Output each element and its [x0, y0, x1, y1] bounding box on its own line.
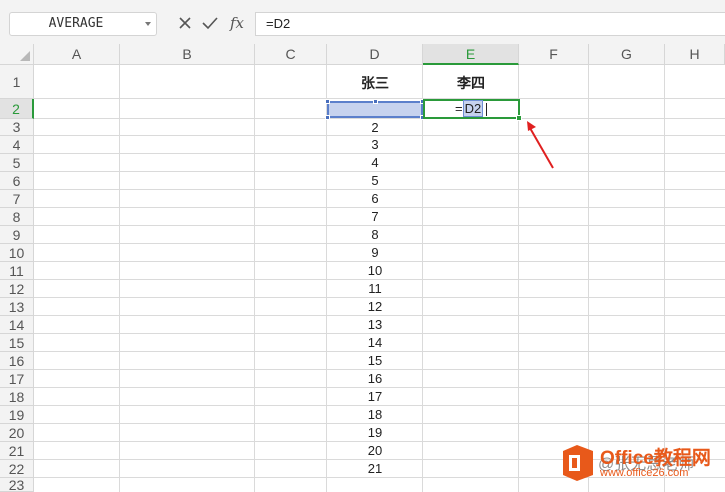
- row-header-12[interactable]: 12: [0, 280, 34, 298]
- office-logo-icon: [563, 445, 593, 481]
- cell-d16[interactable]: 15: [327, 352, 423, 370]
- row-header-8[interactable]: 8: [0, 208, 34, 226]
- select-all-corner[interactable]: [0, 44, 34, 65]
- row-header-11[interactable]: 11: [0, 262, 34, 280]
- cell-d7[interactable]: 6: [327, 190, 423, 208]
- cell-d13[interactable]: 12: [327, 298, 423, 316]
- cell-d10[interactable]: 9: [327, 244, 423, 262]
- row-header-1[interactable]: 1: [0, 65, 34, 99]
- column-header-b[interactable]: B: [120, 44, 255, 65]
- column-header-e[interactable]: E: [423, 44, 519, 65]
- text-caret: [486, 103, 488, 117]
- row-header-5[interactable]: 5: [0, 154, 34, 172]
- watermark-site: www.office26.com: [600, 467, 689, 479]
- row-header-14[interactable]: 14: [0, 316, 34, 334]
- cell-d1[interactable]: 张三: [327, 73, 423, 93]
- cell-d17[interactable]: 16: [327, 370, 423, 388]
- cell-d15[interactable]: 14: [327, 334, 423, 352]
- row-header-9[interactable]: 9: [0, 226, 34, 244]
- row-header-20[interactable]: 20: [0, 424, 34, 442]
- resize-handle[interactable]: [373, 99, 378, 104]
- cell-d19[interactable]: 18: [327, 406, 423, 424]
- cell-d3[interactable]: 2: [327, 119, 423, 136]
- formula-bar: AVERAGE fx =D2: [0, 0, 725, 44]
- annotation-arrow-icon: [527, 121, 554, 169]
- row-header-19[interactable]: 19: [0, 406, 34, 424]
- row-header-21[interactable]: 21: [0, 442, 34, 460]
- watermark: @张无忌老师 Office教程网 www.office26.com: [560, 440, 725, 492]
- resize-handle[interactable]: [325, 99, 330, 104]
- editor-reference: D2: [462, 100, 484, 117]
- formula-text: =D2: [266, 16, 291, 31]
- row-header-6[interactable]: 6: [0, 172, 34, 190]
- row-header-23[interactable]: 23: [0, 478, 34, 492]
- check-icon[interactable]: [200, 13, 220, 33]
- cell-d9[interactable]: 8: [327, 226, 423, 244]
- chevron-down-icon[interactable]: [145, 22, 151, 26]
- cell-d14[interactable]: 13: [327, 316, 423, 334]
- row-header-10[interactable]: 10: [0, 244, 34, 262]
- corner-triangle-icon: [20, 51, 30, 61]
- row-header-13[interactable]: 13: [0, 298, 34, 316]
- cell-d20[interactable]: 19: [327, 424, 423, 442]
- name-box[interactable]: AVERAGE: [9, 12, 157, 36]
- watermark-title: Office教程网: [600, 448, 711, 469]
- cell-d21[interactable]: 20: [327, 442, 423, 460]
- formula-input[interactable]: =D2: [255, 12, 725, 36]
- cell-e1[interactable]: 李四: [423, 73, 519, 93]
- cell-editor[interactable]: = D2: [455, 100, 488, 117]
- row-header-3[interactable]: 3: [0, 119, 34, 136]
- column-header-c[interactable]: C: [255, 44, 327, 65]
- cell-d22[interactable]: 21: [327, 460, 423, 478]
- row-header-15[interactable]: 15: [0, 334, 34, 352]
- referenced-cell-d2: [325, 99, 425, 120]
- cell-d12[interactable]: 11: [327, 280, 423, 298]
- row-header-18[interactable]: 18: [0, 388, 34, 406]
- resize-handle[interactable]: [325, 115, 330, 120]
- editor-prefix: =: [455, 101, 463, 116]
- row-header-7[interactable]: 7: [0, 190, 34, 208]
- cell-d8[interactable]: 7: [327, 208, 423, 226]
- column-header-d[interactable]: D: [327, 44, 423, 65]
- row-header-22[interactable]: 22: [0, 460, 34, 478]
- cell-d11[interactable]: 10: [327, 262, 423, 280]
- column-header-a[interactable]: A: [34, 44, 120, 65]
- cell-d6[interactable]: 5: [327, 172, 423, 190]
- column-header-f[interactable]: F: [519, 44, 589, 65]
- insert-function-icon[interactable]: fx: [227, 13, 247, 33]
- cell-d18[interactable]: 17: [327, 388, 423, 406]
- cell-d5[interactable]: 4: [327, 154, 423, 172]
- name-box-value: AVERAGE: [48, 16, 104, 31]
- row-header-17[interactable]: 17: [0, 370, 34, 388]
- row-header-2[interactable]: 2: [0, 99, 34, 119]
- column-header-h[interactable]: H: [665, 44, 725, 65]
- row-header-4[interactable]: 4: [0, 136, 34, 154]
- column-header-g[interactable]: G: [589, 44, 665, 65]
- cell-d4[interactable]: 3: [327, 136, 423, 154]
- row-header-16[interactable]: 16: [0, 352, 34, 370]
- cancel-icon[interactable]: [175, 13, 195, 33]
